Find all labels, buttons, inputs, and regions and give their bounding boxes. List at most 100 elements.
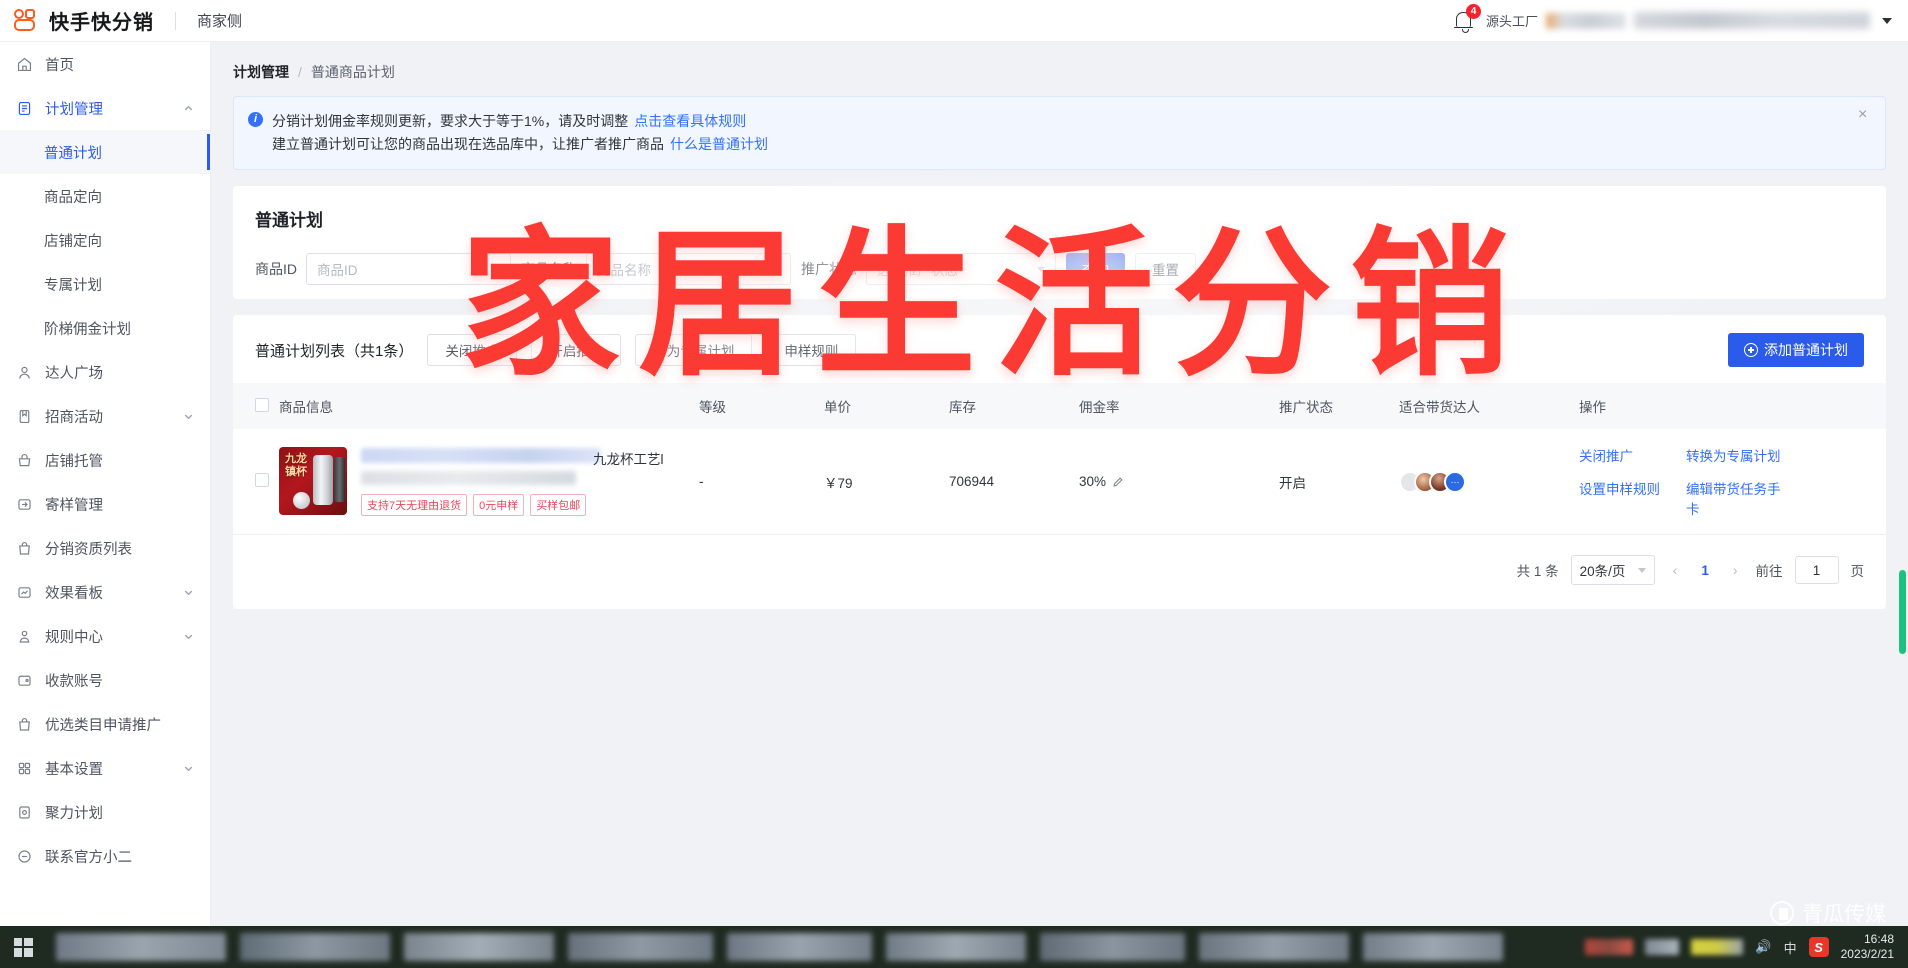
chevron-down-icon[interactable] [1882, 18, 1892, 24]
sidebar-item-performance-dashboard[interactable]: 效果看板 [0, 570, 210, 614]
sidebar-item-shop-hosting[interactable]: 店铺托管 [0, 438, 210, 482]
sidebar-item-preferred-category-promotion[interactable]: 优选类目申请推广 [0, 702, 210, 746]
sidebar-subitem-product-targeting[interactable]: 商品定向 [0, 174, 210, 218]
talent-avatars[interactable]: ··· [1399, 471, 1579, 493]
product-text-block: 九龙杯工艺l 支持7天无理由退货 0元申样 买样包邮 [361, 447, 691, 516]
chevron-right-icon[interactable]: › [1727, 562, 1744, 578]
sidebar-subitem-tiered-commission-plan[interactable]: 阶梯佣金计划 [0, 306, 210, 350]
alert-rule-link[interactable]: 点击查看具体规则 [634, 113, 746, 129]
sidebar-item-plan-management[interactable]: 计划管理 [0, 86, 210, 130]
product-thumbnail[interactable]: 九龙镇杯 [279, 447, 347, 515]
speaker-icon[interactable]: 🔊 [1755, 939, 1771, 955]
goto-page-input[interactable]: 1 [1795, 556, 1839, 584]
thumbnail-text: 九龙镇杯 [285, 453, 307, 479]
chevron-down-icon[interactable] [183, 587, 194, 598]
product-name-tail: 九龙杯工艺l [593, 448, 664, 468]
chevron-down-icon[interactable] [183, 411, 194, 422]
chevron-up-icon[interactable] [183, 103, 194, 114]
avatar-more[interactable]: ··· [1444, 471, 1466, 493]
tray-icons-blurred[interactable] [1585, 939, 1633, 955]
sidebar-item-payment-account[interactable]: 收款账号 [0, 658, 210, 702]
op-set-sample-rule[interactable]: 设置申样规则 [1579, 478, 1686, 518]
taskbar-window[interactable] [240, 933, 390, 961]
plus-circle-icon [1744, 343, 1758, 357]
taskbar-window[interactable] [568, 933, 713, 961]
clock-time: 16:48 [1841, 932, 1894, 947]
taskbar-window[interactable] [886, 933, 1026, 961]
add-normal-plan-button[interactable]: 添加普通计划 [1728, 333, 1864, 367]
filter-card: 普通计划 商品ID 商品ID 商品名称 商品名称 推广状态 选择推广状态 [233, 186, 1886, 299]
list-title: 普通计划列表（共1条） [255, 340, 413, 361]
suitable-talent-cell: ··· [1399, 429, 1579, 535]
top-bar: 快手快分销 商家侧 4 源头工厂 [0, 0, 1908, 42]
home-icon [16, 56, 33, 73]
op-edit-task-card[interactable]: 编辑带货任务手卡 [1686, 478, 1793, 518]
page-number-1[interactable]: 1 [1695, 563, 1715, 578]
tray-icons-blurred[interactable] [1691, 939, 1743, 955]
sidebar-item-recruitment-activity[interactable]: 招商活动 [0, 394, 210, 438]
chevron-down-icon[interactable] [183, 763, 194, 774]
sidebar-label: 店铺托管 [45, 450, 103, 471]
sidebar-sublabel: 普通计划 [44, 142, 102, 163]
sidebar-item-basic-settings[interactable]: 基本设置 [0, 746, 210, 790]
sidebar-item-distribution-qualification-list[interactable]: 分销资质列表 [0, 526, 210, 570]
bulk-convert-exclusive-button[interactable]: 转为专属计划 [635, 334, 752, 366]
document-icon [16, 100, 33, 117]
sidebar: 首页 计划管理 普通计划 商品定向 店铺定向 专属计划 [0, 42, 211, 926]
chevron-down-icon[interactable] [183, 631, 194, 642]
alert-what-is-plan-link[interactable]: 什么是普通计划 [670, 136, 768, 152]
sidebar-sublabel: 专属计划 [44, 274, 102, 295]
ime-indicator[interactable]: 中 [1784, 938, 1797, 957]
product-name-input[interactable]: 商品名称 [586, 253, 791, 285]
sidebar-subitem-shop-targeting[interactable]: 店铺定向 [0, 218, 210, 262]
pencil-icon[interactable] [1112, 476, 1124, 488]
breadcrumb-parent[interactable]: 计划管理 [233, 62, 289, 82]
taskbar-window[interactable] [1199, 933, 1349, 961]
sidebar-sublabel: 商品定向 [44, 186, 102, 207]
product-id-blurred [361, 471, 576, 485]
sidebar-item-juli-plan[interactable]: 聚力计划 [0, 790, 210, 834]
op-close-promotion[interactable]: 关闭推广 [1579, 445, 1686, 465]
col-operations: 操作 [1579, 383, 1886, 429]
bulk-sample-rule-button[interactable]: 申样规则 [766, 334, 856, 366]
page-size-select[interactable]: 20条/页 [1571, 555, 1655, 585]
sidebar-item-talent-square[interactable]: 达人广场 [0, 350, 210, 394]
bulk-close-promotion-button[interactable]: 关闭推广 [427, 334, 517, 366]
bulk-open-promotion-button[interactable]: 开启推广 [531, 334, 621, 366]
select-all-checkbox[interactable] [255, 398, 269, 412]
taskbar-window[interactable] [1363, 933, 1503, 961]
start-button[interactable] [0, 926, 46, 968]
sidebar-item-sample-management[interactable]: 寄样管理 [0, 482, 210, 526]
row-checkbox[interactable] [255, 473, 269, 487]
op-convert-exclusive[interactable]: 转换为专属计划 [1686, 445, 1793, 465]
alert-line-1: 分销计划佣金率规则更新，要求大于等于1%，请及时调整点击查看具体规则 [272, 110, 768, 133]
chart-icon [16, 584, 33, 601]
tray-icons-blurred[interactable] [1645, 939, 1679, 955]
reset-button[interactable]: 重置 [1135, 253, 1196, 285]
sogou-icon[interactable]: S [1809, 937, 1829, 957]
search-button[interactable]: 查询 [1066, 253, 1125, 285]
sidebar-item-contact-official[interactable]: 联系官方小二 [0, 834, 210, 878]
sidebar-subitem-exclusive-plan[interactable]: 专属计划 [0, 262, 210, 306]
product-id-input[interactable]: 商品ID [306, 253, 511, 285]
sidebar-item-rule-center[interactable]: 规则中心 [0, 614, 210, 658]
vertical-scrollbar-thumb[interactable] [1899, 570, 1906, 654]
taskbar-window[interactable] [1040, 933, 1185, 961]
add-button-label: 添加普通计划 [1764, 340, 1848, 360]
main-content: 计划管理 / 普通商品计划 i 分销计划佣金率规则更新，要求大于等于1%，请及时… [211, 42, 1908, 926]
promotion-status-select[interactable]: 选择推广状态 [866, 253, 1056, 285]
sidebar-label: 达人广场 [45, 362, 103, 383]
taskbar-window[interactable] [727, 933, 872, 961]
taskbar-window[interactable] [404, 933, 554, 961]
sidebar-label: 基本设置 [45, 758, 103, 779]
taskbar-window[interactable] [56, 933, 226, 961]
table-header-row: 商品信息 等级 单价 库存 佣金率 推广状态 适合带货达人 操作 [233, 383, 1886, 429]
notification-bell-button[interactable]: 4 [1452, 8, 1478, 34]
product-info-cell: 九龙镇杯 九龙杯工艺l [279, 429, 699, 535]
clock[interactable]: 16:48 2023/2/21 [1841, 932, 1894, 962]
sidebar-item-home[interactable]: 首页 [0, 42, 210, 86]
brand-logo[interactable]: 快手快分销 商家侧 [0, 6, 242, 35]
sidebar-subitem-normal-plan[interactable]: 普通计划 [0, 130, 210, 174]
close-icon[interactable]: × [1858, 108, 1872, 122]
chevron-left-icon[interactable]: ‹ [1667, 562, 1684, 578]
